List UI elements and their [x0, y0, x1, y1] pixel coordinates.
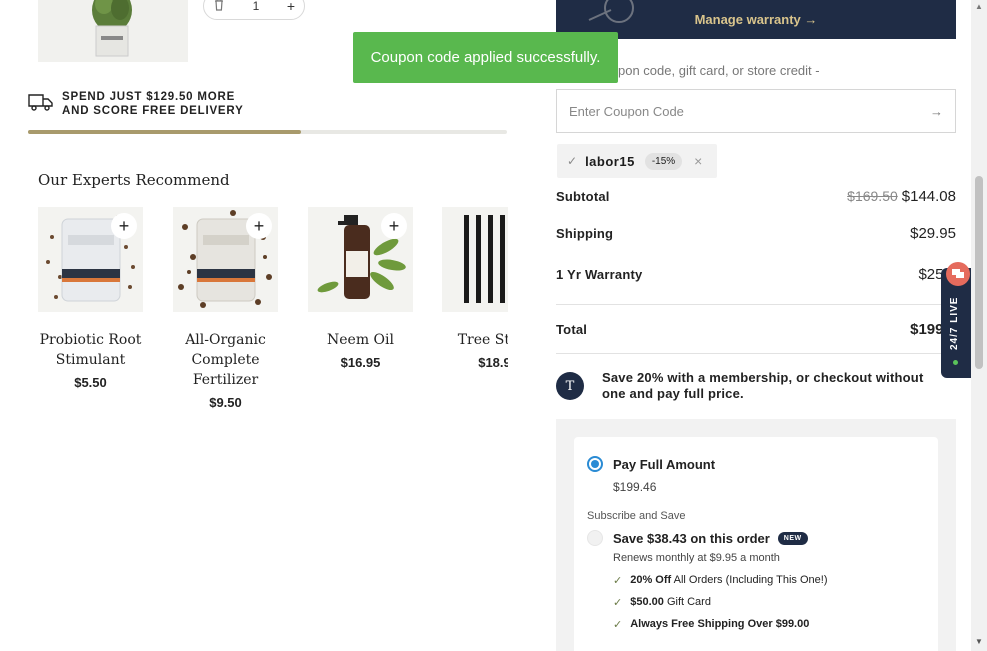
- check-icon: ✓: [567, 154, 578, 168]
- new-badge: NEW: [777, 532, 808, 545]
- subtotal-row: Subtotal $169.50 $144.08: [556, 188, 956, 205]
- scroll-up-icon[interactable]: ▲: [975, 2, 983, 11]
- summary-divider: [556, 353, 956, 354]
- tools-icon: [581, 0, 661, 33]
- check-icon: ✓: [613, 597, 623, 609]
- membership-line-2: one and pay full price.: [602, 386, 744, 401]
- delivery-line-1: SPEND JUST $129.50 MORE: [62, 91, 236, 103]
- product-name[interactable]: Probiotic Root Stimulant: [38, 330, 143, 370]
- recommend-title: Our Experts Recommend: [38, 171, 230, 189]
- product-name[interactable]: All-Organic Complete Fertilizer: [173, 330, 278, 390]
- check-icon: ✓: [613, 619, 623, 631]
- product-image[interactable]: +: [38, 207, 143, 312]
- product-name[interactable]: Tree Staki: [442, 330, 508, 350]
- product-image[interactable]: +: [308, 207, 413, 312]
- applied-coupon-chip: ✓ labor15 -15% ×: [557, 144, 717, 178]
- perk-item: ✓ 20% Off All Orders (Including This One…: [613, 574, 828, 587]
- membership-line-1: Save 20% with a membership, or checkout …: [602, 370, 924, 385]
- pay-full-radio[interactable]: [587, 456, 603, 472]
- coupon-code: labor15: [585, 153, 635, 169]
- payment-card: Pay Full Amount $199.46 Subscribe and Sa…: [574, 437, 938, 651]
- scrollbar-thumb[interactable]: [975, 176, 983, 369]
- coupon-success-toast: Coupon code applied successfully.: [353, 32, 618, 83]
- trash-icon[interactable]: [213, 0, 225, 14]
- product-price: $5.50: [74, 375, 107, 390]
- cart-item-image[interactable]: [38, 0, 188, 62]
- arrow-right-icon[interactable]: →: [930, 104, 943, 119]
- scrollbar[interactable]: ▲ ▼: [971, 0, 987, 651]
- perk-item: ✓ $50.00 Gift Card: [613, 596, 711, 609]
- discount-badge: -15%: [644, 152, 683, 170]
- delivery-progress-fill: [28, 130, 302, 134]
- quantity-value[interactable]: 1: [253, 0, 260, 13]
- recommend-item[interactable]: + Neem Oil $16.95: [308, 207, 413, 370]
- subtotal-new-price: $144.08: [901, 188, 956, 205]
- coupon-placeholder[interactable]: Enter Coupon Code: [569, 104, 684, 119]
- total-label: Total: [556, 322, 588, 337]
- recommend-item[interactable]: + Probiotic Root Stimulant $5.50: [38, 207, 143, 390]
- product-price: $9.50: [209, 395, 242, 410]
- recommend-item[interactable]: Tree Staki $18.9: [442, 207, 508, 370]
- product-image[interactable]: +: [173, 207, 278, 312]
- plus-icon[interactable]: +: [287, 0, 295, 14]
- shipping-row: Shipping $29.95: [556, 225, 956, 242]
- live-chat-tab[interactable]: 24/7 LIVE: [941, 262, 971, 378]
- subtotal-old-price: $169.50: [847, 188, 898, 204]
- manage-warranty-link[interactable]: Manage warranty →: [695, 12, 818, 27]
- pay-full-amount: $199.46: [613, 480, 657, 494]
- summary-divider: [556, 304, 956, 305]
- live-chat-label[interactable]: 24/7 LIVE: [949, 297, 960, 350]
- product-price: $18.9: [478, 355, 508, 370]
- brand-logo-icon: T: [556, 372, 584, 400]
- warranty-row: 1 Yr Warranty $25.4: [556, 266, 956, 283]
- scroll-down-icon[interactable]: ▼: [975, 637, 983, 646]
- pay-full-title[interactable]: Pay Full Amount: [613, 457, 715, 472]
- warranty-label: 1 Yr Warranty: [556, 267, 643, 282]
- perk-item: ✓ Always Free Shipping Over $99.00: [613, 618, 810, 631]
- subscribe-title[interactable]: Save $38.43 on this order NEW: [613, 531, 808, 546]
- chat-bubble-icon[interactable]: [946, 262, 970, 286]
- add-to-cart-plus-icon[interactable]: +: [111, 213, 137, 239]
- online-dot-icon: [953, 360, 958, 365]
- recommend-carousel: + Probiotic Root Stimulant $5.50 + All-O…: [38, 207, 508, 427]
- shipping-label: Shipping: [556, 226, 614, 241]
- total-row: Total $199.4: [556, 321, 956, 338]
- add-to-cart-plus-icon[interactable]: +: [246, 213, 272, 239]
- renews-text: Renews monthly at $9.95 a month: [613, 552, 780, 564]
- coupon-input[interactable]: Enter Coupon Code →: [556, 89, 956, 133]
- remove-coupon-icon[interactable]: ×: [694, 153, 702, 169]
- product-image[interactable]: [442, 207, 508, 312]
- quantity-stepper[interactable]: 1 +: [203, 0, 305, 20]
- check-icon: ✓: [613, 575, 623, 587]
- coupon-label: pon code, gift card, or store credit -: [618, 63, 820, 78]
- free-delivery-notice: SPEND JUST $129.50 MORE AND SCORE FREE D…: [28, 90, 244, 118]
- delivery-progress-bar: [28, 130, 507, 134]
- toast-message: Coupon code applied successfully.: [370, 49, 601, 66]
- subscribe-radio[interactable]: [587, 530, 603, 546]
- product-name[interactable]: Neem Oil: [308, 330, 413, 350]
- delivery-line-2: AND SCORE FREE DELIVERY: [62, 105, 244, 117]
- truck-icon: [28, 93, 54, 116]
- payment-options: Pay Full Amount $199.46 Subscribe and Sa…: [556, 419, 956, 651]
- subtotal-label: Subtotal: [556, 189, 610, 204]
- product-price: $16.95: [340, 355, 381, 370]
- subscribe-label: Subscribe and Save: [587, 510, 686, 522]
- shipping-value: $29.95: [910, 225, 956, 242]
- add-to-cart-plus-icon[interactable]: +: [381, 213, 407, 239]
- membership-notice: T Save 20% with a membership, or checkou…: [556, 370, 956, 402]
- recommend-item[interactable]: + All-Organic Complete Fertilizer $9.50: [173, 207, 278, 410]
